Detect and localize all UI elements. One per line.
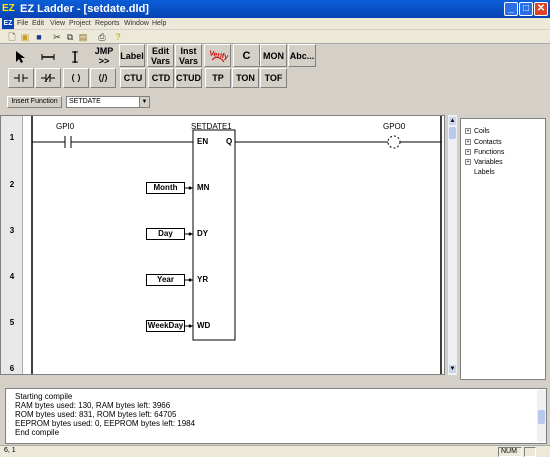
help-icon[interactable]: ? xyxy=(112,31,124,43)
c-button[interactable]: C xyxy=(233,44,260,67)
abc-button[interactable]: Abc... xyxy=(288,44,316,67)
pin-q: Q xyxy=(226,137,233,146)
tp-button[interactable]: TP xyxy=(205,68,231,88)
output-line: ROM bytes used: 831, ROM bytes left: 647… xyxy=(15,410,177,419)
num-lock-indicator: NUM xyxy=(498,447,522,457)
coil-symbol xyxy=(387,135,401,149)
inst-vars-button[interactable]: Inst Vars xyxy=(175,44,202,67)
pin-yr: YR xyxy=(197,275,209,284)
input-variable[interactable]: Month xyxy=(146,182,185,194)
menu-window[interactable]: Window xyxy=(124,18,149,29)
paste-icon[interactable]: ▤ xyxy=(77,31,89,43)
ladder-canvas xyxy=(31,116,442,374)
connection-dot xyxy=(188,324,192,328)
scroll-down-icon[interactable]: ▼ xyxy=(449,365,456,373)
output-line: EEPROM bytes used: 0, EEPROM bytes left:… xyxy=(15,419,196,428)
tree-node-contacts[interactable]: + Contacts xyxy=(465,138,502,147)
function-block-name: SETDATE1 xyxy=(191,122,232,131)
tree-node-labels[interactable]: Labels xyxy=(474,168,495,177)
input-variable[interactable]: Year xyxy=(146,274,185,286)
menu-view[interactable]: View xyxy=(50,18,65,29)
jmp-button[interactable]: JMP >> xyxy=(90,44,118,67)
ladder-vertical-scrollbar[interactable]: ▲ ▼ xyxy=(447,115,457,375)
scroll-up-icon[interactable]: ▲ xyxy=(449,117,456,125)
ladder-diagram[interactable]: 1 2 3 4 5 6 GPI0 SETDATE1 GPO0 EN Q MN D… xyxy=(0,115,445,375)
ctu-button[interactable]: CTU xyxy=(120,68,146,88)
output-line: Starting compile xyxy=(15,392,73,401)
pointer-icon[interactable] xyxy=(9,46,31,68)
input-variable[interactable]: Day xyxy=(146,228,185,240)
title-bar: EZ EZ Ladder - [setdate.dld] _ □ ✕ xyxy=(0,0,550,18)
verify-icon[interactable]: Verify xyxy=(204,44,231,67)
ctud-button[interactable]: CTUD xyxy=(175,68,202,88)
inverted-coil-icon[interactable] xyxy=(90,68,116,88)
chevron-down-icon[interactable]: ▼ xyxy=(139,97,149,107)
scroll-thumb[interactable] xyxy=(538,410,545,424)
ctd-button[interactable]: CTD xyxy=(148,68,174,88)
pin-wd: WD xyxy=(197,321,211,330)
pin-en: EN xyxy=(197,137,209,146)
menu-bar: EZ File Edit View Project Reports Window… xyxy=(0,18,550,29)
cursor-position: 6, 1 xyxy=(4,447,16,454)
minimize-button[interactable]: _ xyxy=(504,2,518,16)
window-title: EZ Ladder - [setdate.dld] xyxy=(20,3,149,15)
project-tree: + Coils + Contacts + Functions + Variables L… xyxy=(460,118,546,380)
horizontal-wire-icon[interactable] xyxy=(37,46,59,68)
menu-help[interactable]: Help xyxy=(152,18,166,29)
scroll-thumb[interactable] xyxy=(449,127,456,139)
connection-dot xyxy=(188,278,192,282)
coil-label: GPO0 xyxy=(383,122,406,131)
mon-button[interactable]: MON xyxy=(260,44,287,67)
app-icon: EZ xyxy=(2,3,15,14)
output-scrollbar[interactable] xyxy=(537,390,546,442)
save-icon[interactable]: ■ xyxy=(33,31,45,43)
tree-node-coils[interactable]: + Coils xyxy=(465,127,490,136)
label-button[interactable]: Label xyxy=(119,44,145,67)
cut-icon[interactable]: ✂ xyxy=(51,31,63,43)
output-line: End compile xyxy=(15,428,60,437)
expand-icon[interactable]: + xyxy=(465,128,471,135)
tree-node-functions[interactable]: + Functions xyxy=(465,148,504,157)
svg-text:Verify: Verify xyxy=(208,50,228,61)
coil-icon[interactable] xyxy=(63,68,89,88)
copy-icon[interactable]: ⧉ xyxy=(64,31,76,43)
nc-contact-icon[interactable] xyxy=(35,68,61,88)
tof-button[interactable]: TOF xyxy=(260,68,287,88)
menu-reports[interactable]: Reports xyxy=(95,18,120,29)
ton-button[interactable]: TON xyxy=(232,68,259,88)
maximize-button[interactable]: □ xyxy=(519,2,533,16)
insert-function-button[interactable]: Insert Function xyxy=(7,96,62,108)
edit-vars-button[interactable]: Edit Vars xyxy=(147,44,174,67)
status-panel xyxy=(524,447,536,457)
expand-icon[interactable]: + xyxy=(465,159,471,166)
expand-icon[interactable]: + xyxy=(465,139,471,146)
pin-dy: DY xyxy=(197,229,209,238)
function-select[interactable]: SETDATE ▼ xyxy=(66,96,150,108)
ez-logo: EZ xyxy=(2,18,14,29)
menu-edit[interactable]: Edit xyxy=(32,18,44,29)
new-icon[interactable]: 🗋 xyxy=(6,31,18,43)
pin-mn: MN xyxy=(197,183,210,192)
print-icon[interactable]: ⎙ xyxy=(96,31,108,43)
expand-icon[interactable]: + xyxy=(465,149,471,156)
connection-dot xyxy=(188,186,192,190)
connection-dot xyxy=(188,232,192,236)
status-bar: 6, 1 NUM xyxy=(0,445,550,457)
contact-label: GPI0 xyxy=(56,122,75,131)
tree-node-variables[interactable]: + Variables xyxy=(465,158,503,167)
no-contact-icon[interactable] xyxy=(8,68,34,88)
function-select-value: SETDATE xyxy=(69,98,101,105)
output-window: Starting compile RAM bytes used: 130, RA… xyxy=(5,388,547,444)
standard-toolbar: 🗋 ▣ ■ ✂ ⧉ ▤ ⎙ ? xyxy=(0,30,550,44)
vertical-wire-icon[interactable] xyxy=(64,46,86,68)
menu-file[interactable]: File xyxy=(17,18,28,29)
input-variable[interactable]: WeekDay xyxy=(146,320,185,332)
open-icon[interactable]: ▣ xyxy=(19,31,31,43)
close-button[interactable]: ✕ xyxy=(534,2,548,16)
output-line: RAM bytes used: 130, RAM bytes left: 396… xyxy=(15,401,171,410)
menu-project[interactable]: Project xyxy=(69,18,91,29)
